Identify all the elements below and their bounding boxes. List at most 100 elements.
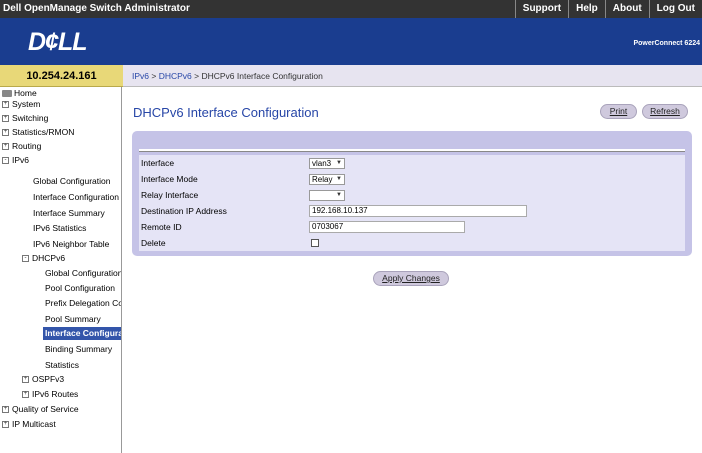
dell-logo: D¢LL — [28, 28, 87, 56]
form-panel: Interface vlan3 ▼ Interface Mode Relay ▼ R… — [132, 131, 692, 256]
apply-changes-button[interactable]: Apply Changes — [373, 271, 449, 286]
table-header-line — [139, 149, 685, 152]
destination-ip-label: Destination IP Address — [141, 206, 227, 216]
sidebar-item-quality-of-service[interactable]: + Quality of Service — [2, 403, 79, 416]
sidebar-item-ipv6-neighbor-table[interactable]: IPv6 Neighbor Table — [33, 238, 109, 251]
logout-link[interactable]: Log Out — [648, 0, 702, 18]
chevron-down-icon: ▼ — [336, 176, 342, 182]
sidebar-item-label: Pool Summary — [45, 314, 101, 324]
sidebar-item-ipv6-interface-configuration[interactable]: Interface Configuration — [33, 191, 119, 204]
sidebar-item-routing[interactable]: + Routing — [2, 140, 41, 153]
sidebar-item-label: DHCPv6 — [32, 253, 66, 263]
sidebar-item-label: IP Multicast — [12, 419, 56, 429]
banner: D¢LL PowerConnect 6224 — [0, 18, 702, 65]
interface-mode-label: Interface Mode — [141, 174, 198, 184]
print-button[interactable]: Print — [600, 104, 637, 119]
breadcrumb-dhcpv6[interactable]: DHCPv6 — [159, 71, 192, 81]
top-nav: Support Help About Log Out — [514, 0, 702, 18]
sidebar-item-statistics[interactable]: Statistics — [45, 359, 79, 372]
remote-id-label: Remote ID — [141, 222, 182, 232]
sidebar-item-label: Interface Configuration — [45, 328, 122, 338]
sidebar-item-label: Prefix Delegation Configuration — [45, 298, 121, 308]
chevron-down-icon: ▼ — [336, 160, 342, 166]
sidebar-item-label: IPv6 — [12, 155, 30, 165]
support-link[interactable]: Support — [514, 0, 568, 18]
expand-icon: + — [22, 376, 29, 383]
sidebar-item-ipv6-routes[interactable]: + IPv6 Routes — [22, 388, 78, 401]
sidebar-item-ip-multicast[interactable]: + IP Multicast — [2, 418, 56, 431]
chevron-down-icon: ▼ — [336, 192, 342, 198]
relay-interface-select[interactable]: ▼ — [309, 190, 345, 201]
sidebar-item-pool-summary[interactable]: Pool Summary — [45, 313, 101, 326]
collapse-icon: - — [22, 255, 29, 262]
sidebar-item-prefix-delegation-configuration[interactable]: Prefix Delegation Configuration — [45, 297, 121, 310]
sidebar-item-label: IPv6 Statistics — [33, 223, 87, 233]
interface-mode-value: Relay — [312, 175, 333, 184]
sidebar-item-label: IPv6 Routes — [32, 389, 79, 399]
expand-icon: + — [2, 406, 9, 413]
sidebar-item-ipv6-interface-summary[interactable]: Interface Summary — [33, 207, 105, 220]
sidebar-item-ospfv3[interactable]: + OSPFv3 — [22, 373, 64, 386]
collapse-icon: - — [2, 157, 9, 164]
sidebar-item-label: IPv6 Neighbor Table — [33, 239, 110, 249]
sidebar-item-statistics-rmon[interactable]: + Statistics/RMON — [2, 126, 74, 139]
expand-icon: + — [2, 101, 9, 108]
sidebar-item-label: Binding Summary — [45, 344, 113, 354]
sidebar-item-label: Interface Summary — [33, 208, 105, 218]
interface-value: vlan3 — [312, 159, 332, 168]
expand-icon: + — [2, 421, 9, 428]
sidebar-item-label: OSPFv3 — [32, 374, 65, 384]
home-icon — [2, 90, 12, 97]
interface-mode-row: Interface Mode Relay ▼ — [139, 171, 685, 187]
interface-mode-select[interactable]: Relay ▼ — [309, 174, 345, 185]
expand-icon: + — [2, 115, 9, 122]
sidebar-item-dhcpv6-interface-configuration[interactable]: Interface Configuration — [43, 327, 122, 340]
sidebar: Home + System + Switching + Statistics/RMON… — [0, 87, 122, 453]
expand-icon: + — [22, 391, 29, 398]
sidebar-item-label: Statistics/RMON — [12, 127, 75, 137]
breadcrumb-separator: > — [191, 71, 202, 81]
breadcrumb-current: DHCPv6 Interface Configuration — [201, 71, 323, 81]
interface-label: Interface — [141, 158, 175, 168]
model-name: PowerConnect 6224 — [633, 40, 700, 47]
sidebar-item-label: Switching — [12, 113, 49, 123]
top-bar: Dell OpenManage Switch Administrator Sup… — [0, 0, 702, 18]
sidebar-item-label: Statistics — [45, 360, 80, 370]
delete-checkbox[interactable] — [311, 239, 319, 247]
breadcrumb-ipv6[interactable]: IPv6 — [132, 71, 149, 81]
destination-ip-row: Destination IP Address 192.168.10.137 — [139, 203, 685, 219]
sidebar-item-label: Pool Configuration — [45, 283, 115, 293]
sidebar-item-label: Interface Configuration — [33, 192, 119, 202]
sidebar-item-label: Quality of Service — [12, 404, 79, 414]
sidebar-item-label: Global Configuration — [33, 176, 111, 186]
interface-select[interactable]: vlan3 ▼ — [309, 158, 345, 169]
sidebar-item-ipv6[interactable]: - IPv6 — [2, 154, 29, 167]
sidebar-item-dhcpv6-global-configuration[interactable]: Global Configuration — [45, 267, 121, 280]
destination-ip-input[interactable]: 192.168.10.137 — [309, 205, 527, 217]
breadcrumb-separator: > — [149, 71, 159, 81]
sidebar-item-pool-configuration[interactable]: Pool Configuration — [45, 282, 115, 295]
sidebar-item-label: System — [12, 99, 41, 109]
help-link[interactable]: Help — [568, 0, 605, 18]
sidebar-item-label: Routing — [12, 141, 42, 151]
remote-id-row: Remote ID 0703067 — [139, 219, 685, 235]
page-title: DHCPv6 Interface Configuration — [133, 105, 319, 120]
sidebar-item-switching[interactable]: + Switching — [2, 112, 48, 125]
relay-interface-row: Relay Interface ▼ — [139, 187, 685, 203]
expand-icon: + — [2, 143, 9, 150]
remote-id-input[interactable]: 0703067 — [309, 221, 465, 233]
breadcrumb: IPv6 > DHCPv6 > DHCPv6 Interface Configu… — [123, 65, 702, 87]
sidebar-item-binding-summary[interactable]: Binding Summary — [45, 343, 112, 356]
interface-row: Interface vlan3 ▼ — [139, 155, 685, 171]
sidebar-item-ipv6-global-configuration[interactable]: Global Configuration — [33, 175, 111, 188]
expand-icon: + — [2, 129, 9, 136]
about-link[interactable]: About — [604, 0, 649, 18]
sidebar-item-dhcpv6[interactable]: - DHCPv6 — [22, 252, 65, 265]
sidebar-item-system[interactable]: + System — [2, 98, 40, 111]
sidebar-item-ipv6-statistics[interactable]: IPv6 Statistics — [33, 222, 86, 235]
delete-row: Delete — [139, 235, 685, 251]
ip-address: 10.254.24.161 — [0, 65, 123, 87]
delete-label: Delete — [141, 238, 166, 248]
refresh-button[interactable]: Refresh — [642, 104, 688, 119]
app-title: Dell OpenManage Switch Administrator — [3, 3, 190, 14]
